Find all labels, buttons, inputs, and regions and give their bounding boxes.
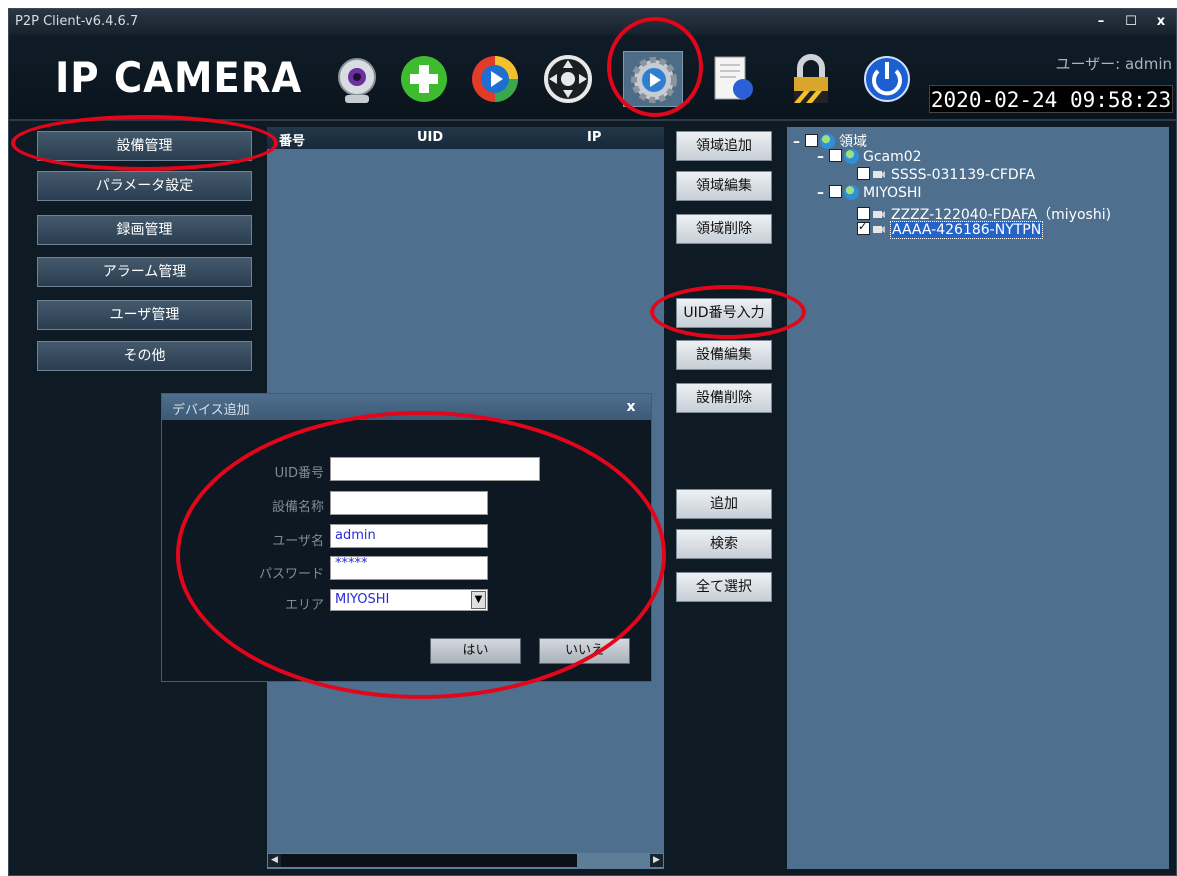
power-icon[interactable] [857, 51, 917, 107]
header-toolbar: IP CAMERA ユーザー: admin 2020-02-24 09:58:2… [9, 35, 1176, 121]
camera-icon[interactable] [327, 51, 387, 107]
tree-label: ZZZZ-122040-FDAFA（miyoshi) [891, 207, 1112, 223]
device-list-header: 番号 UID IP [267, 127, 664, 149]
scrollbar-thumb[interactable] [281, 854, 577, 867]
tree-root[interactable]: – 領域 [793, 131, 867, 150]
password-label: パスワード [258, 567, 324, 582]
tree-device-ssss[interactable]: SSSS-031139-CFDFA [857, 167, 1035, 185]
collapse-icon[interactable]: – [817, 149, 829, 165]
tree-checkbox[interactable] [857, 167, 870, 180]
chevron-down-icon[interactable]: ▼ [471, 591, 486, 609]
area-label: エリア [284, 598, 324, 613]
nav-user-management[interactable]: ユーザ管理 [37, 300, 252, 330]
nav-other[interactable]: その他 [37, 341, 252, 371]
area-add-button[interactable]: 領域追加 [676, 131, 772, 161]
tree-label: MIYOSHI [863, 185, 922, 201]
cancel-button[interactable]: いいえ [539, 638, 630, 664]
nav-device-management[interactable]: 設備管理 [37, 131, 252, 161]
playback-icon[interactable] [465, 51, 525, 107]
tree-label: SSSS-031139-CFDFA [891, 167, 1036, 183]
camera-device-icon [873, 211, 885, 218]
tree-device-aaaa[interactable]: AAAA-426186-NYTPN [857, 220, 1044, 240]
maximize-button[interactable]: ☐ [1118, 12, 1144, 32]
area-delete-button[interactable]: 領域削除 [676, 214, 772, 244]
minimize-button[interactable]: – [1088, 12, 1114, 32]
area-tree[interactable]: – 領域 – Gcam02 SSSS-031139-CFDFA – MIYOSHI Z… [787, 127, 1169, 869]
tree-checkbox[interactable] [857, 220, 870, 235]
uid-field[interactable] [330, 457, 540, 481]
search-button[interactable]: 検索 [676, 529, 772, 559]
tree-label: Gcam02 [863, 149, 922, 165]
user-label: ユーザー: admin [1055, 55, 1172, 73]
globe-icon [844, 185, 859, 200]
tree-label-selected: AAAA-426186-NYTPN [889, 221, 1044, 239]
column-number[interactable]: 番号 [279, 130, 305, 149]
title-bar: P2P Client-v6.4.6.7 – ☐ x [9, 9, 1176, 35]
add-icon[interactable] [394, 51, 454, 107]
username-field[interactable]: admin [330, 524, 488, 548]
uid-input-button[interactable]: UID番号入力 [676, 298, 772, 328]
datetime-display: 2020-02-24 09:58:23 [929, 85, 1173, 113]
column-ip[interactable]: IP [587, 130, 601, 145]
camera-device-icon [873, 171, 885, 178]
nav-recording-management[interactable]: 録画管理 [37, 215, 252, 245]
add-device-dialog: デバイス追加 x UID番号 設備名称 ユーザ名 admin パスワード ***… [161, 393, 652, 682]
tree-group-gcam02[interactable]: – Gcam02 [817, 149, 922, 167]
globe-icon [844, 149, 859, 164]
area-select[interactable]: MIYOSHI ▼ [330, 589, 488, 611]
nav-alarm-management[interactable]: アラーム管理 [37, 257, 252, 287]
username-label: ユーザ名 [272, 534, 324, 549]
ptz-icon[interactable] [538, 51, 598, 107]
tree-checkbox[interactable] [857, 207, 870, 220]
ok-button[interactable]: はい [430, 638, 521, 664]
globe-icon [820, 134, 835, 149]
camera-device-icon [873, 226, 885, 233]
dialog-title-bar: デバイス追加 x [162, 394, 651, 420]
lock-icon[interactable] [781, 51, 841, 107]
add-button[interactable]: 追加 [676, 489, 772, 519]
collapse-icon[interactable]: – [793, 134, 805, 150]
area-edit-button[interactable]: 領域編集 [676, 171, 772, 201]
device-edit-button[interactable]: 設備編集 [676, 340, 772, 370]
collapse-icon[interactable]: – [817, 185, 829, 201]
tree-checkbox[interactable] [805, 134, 818, 147]
settings-icon[interactable] [623, 51, 683, 107]
scroll-right-icon[interactable]: ▶ [650, 854, 663, 867]
select-all-button[interactable]: 全て選択 [676, 572, 772, 602]
dialog-title: デバイス追加 [172, 403, 250, 418]
app-root: P2P Client-v6.4.6.7 – ☐ x IP CAMERA ユーザー… [0, 0, 1177, 876]
password-field[interactable]: ***** [330, 556, 488, 580]
device-name-label: 設備名称 [271, 500, 324, 515]
column-uid[interactable]: UID [417, 130, 443, 145]
app-logo: IP CAMERA [55, 53, 303, 102]
horizontal-scrollbar[interactable]: ◀ ▶ [267, 853, 664, 869]
close-button[interactable]: x [1148, 12, 1174, 32]
log-icon[interactable] [703, 51, 763, 107]
tree-device-zzzz[interactable]: ZZZZ-122040-FDAFA（miyoshi) [857, 204, 1112, 223]
device-delete-button[interactable]: 設備削除 [676, 383, 772, 413]
scroll-left-icon[interactable]: ◀ [268, 854, 281, 867]
tree-checkbox[interactable] [829, 149, 842, 162]
area-select-value: MIYOSHI [335, 592, 390, 607]
main-window: P2P Client-v6.4.6.7 – ☐ x IP CAMERA ユーザー… [8, 8, 1177, 876]
uid-label: UID番号 [274, 466, 324, 481]
window-title: P2P Client-v6.4.6.7 [15, 14, 139, 29]
nav-parameter-settings[interactable]: パラメータ設定 [37, 171, 252, 201]
device-name-field[interactable] [330, 491, 488, 515]
tree-group-miyoshi[interactable]: – MIYOSHI [817, 185, 922, 203]
tree-label: 領域 [839, 134, 867, 150]
tree-checkbox[interactable] [829, 185, 842, 198]
dialog-close-button[interactable]: x [617, 397, 645, 417]
